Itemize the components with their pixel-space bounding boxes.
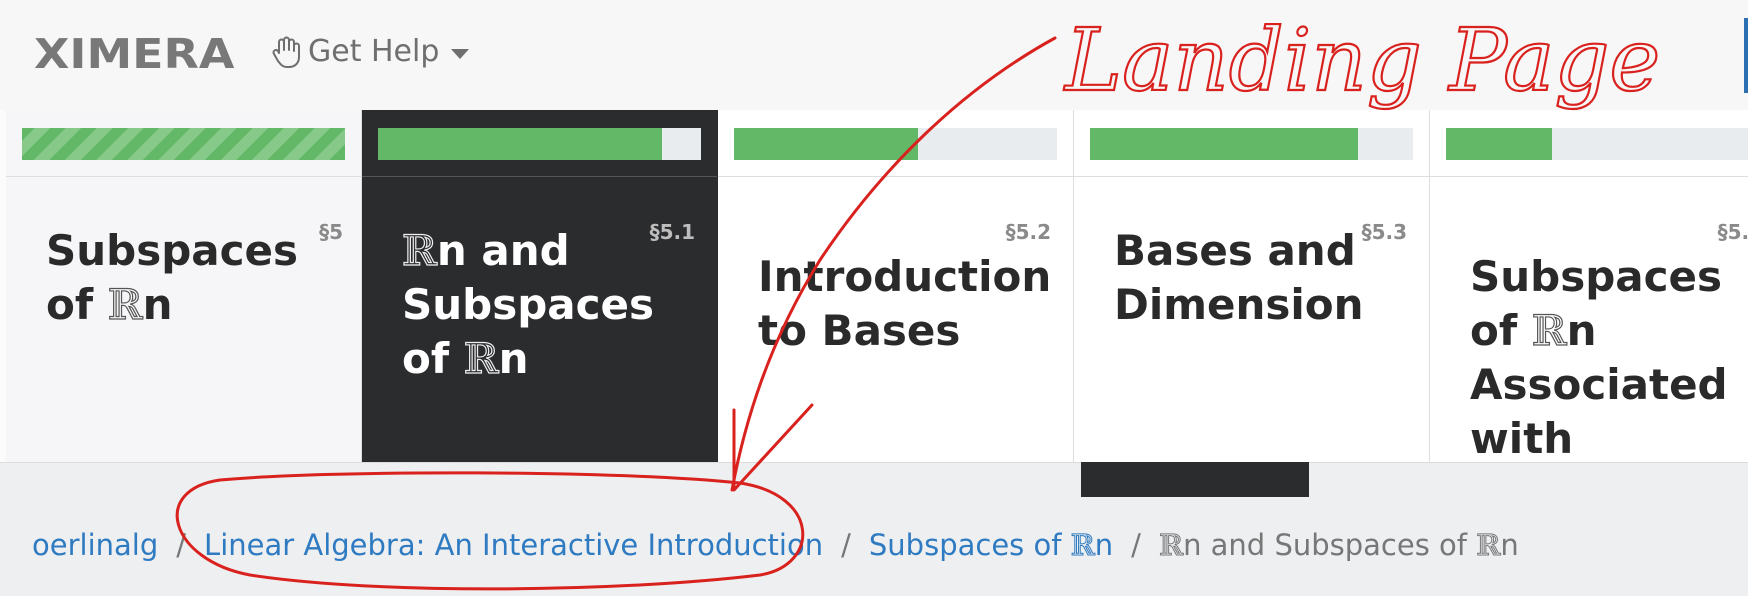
breadcrumb-separator: /	[1131, 528, 1141, 562]
progress-bar	[734, 128, 1057, 160]
scroll-indicator[interactable]	[1081, 462, 1309, 497]
section-number: §5.4	[1717, 220, 1748, 244]
section-number: §5.2	[1005, 220, 1051, 244]
card-title: ℝn and Subspaces of ℝn	[401, 225, 654, 383]
progress-fill	[734, 128, 919, 160]
top-navbar: XIMERA Get Help	[0, 0, 1748, 111]
breadcrumb-separator: /	[841, 528, 851, 562]
breadcrumb: oerlinalg / Linear Algebra: An Interacti…	[32, 528, 1519, 563]
breadcrumb-separator: /	[176, 528, 187, 562]
card-title: Subspaces of ℝn Associated with	[1470, 252, 1728, 462]
card-title: Introduction to Bases	[758, 252, 1052, 355]
progress-fill	[1090, 128, 1359, 160]
get-help-dropdown[interactable]: Get Help	[272, 34, 470, 69]
progress-fill	[1446, 128, 1553, 160]
section-card-5-3[interactable]: §5.3 Bases and Dimension	[1074, 110, 1430, 462]
section-card-5[interactable]: §5 Subspaces of ℝn	[0, 110, 362, 462]
breadcrumb-link-subspaces[interactable]: Subspaces of ℝn	[869, 528, 1113, 563]
progress-fill	[378, 128, 663, 160]
section-number: §5	[319, 220, 343, 244]
ximera-logo[interactable]: XIMERA	[34, 30, 234, 78]
get-help-label: Get Help	[308, 34, 440, 69]
progress-bar	[1446, 128, 1748, 160]
section-card-5-2[interactable]: §5.2 Introduction to Bases	[718, 110, 1074, 462]
progress-bar	[22, 128, 345, 160]
section-card-5-4[interactable]: §5.4 Subspacesof ℝnAssociatedwith	[1430, 110, 1748, 462]
breadcrumb-link-oerlinalg[interactable]: oerlinalg	[32, 528, 158, 562]
section-cards: §5 Subspaces of ℝn §5.1 ℝn and Subspaces of…	[0, 110, 1748, 462]
progress-fill	[22, 128, 345, 160]
card-title: Bases and Dimension	[1114, 226, 1364, 329]
breadcrumb-link-linear-algebra[interactable]: Linear Algebra: An Interactive Introduct…	[204, 528, 823, 562]
progress-bar	[378, 128, 701, 160]
breadcrumb-current: ℝn and Subspaces of ℝn	[1158, 528, 1519, 563]
progress-bar	[1090, 128, 1413, 160]
caret-down-icon	[451, 48, 470, 59]
section-card-5-1[interactable]: §5.1 ℝn and Subspaces of ℝn	[362, 110, 718, 462]
navbar-right-edge	[1744, 18, 1748, 93]
card-title: Subspaces of ℝn	[46, 226, 298, 330]
hand-icon	[272, 36, 300, 68]
